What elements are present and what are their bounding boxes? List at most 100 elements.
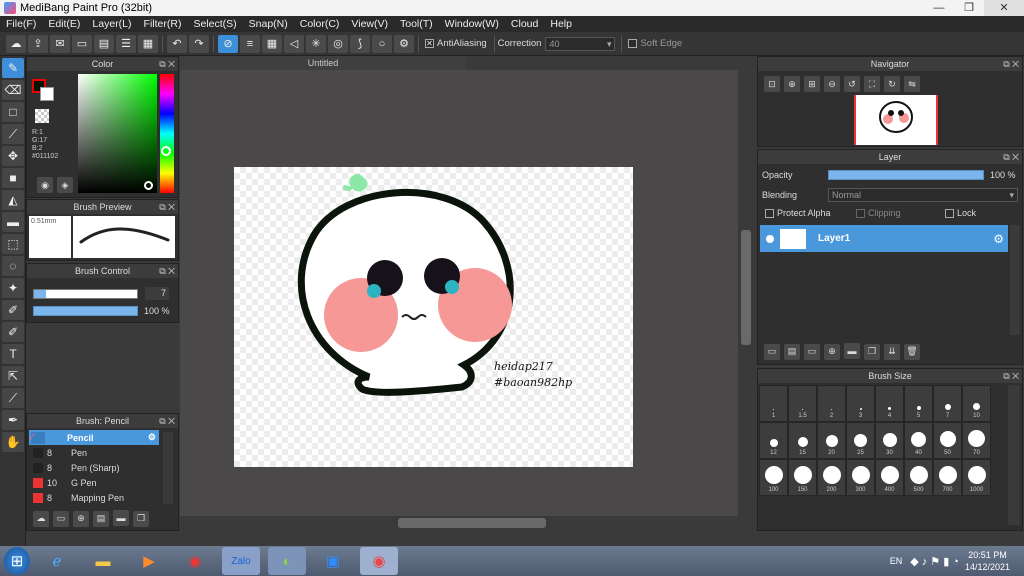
panel-controls-icon[interactable]: ⧉ ✕: [1003, 57, 1019, 71]
brush-size-option[interactable]: 200: [817, 459, 846, 496]
delete-layer-icon[interactable]: 🗑: [904, 343, 920, 360]
navigator-thumbnail[interactable]: [854, 95, 938, 145]
comment-icon[interactable]: ✉: [50, 34, 70, 53]
duplicate-brush-icon[interactable]: ❐: [133, 510, 149, 527]
menu-tool[interactable]: Tool(T): [394, 18, 439, 30]
select-pen-tool-icon[interactable]: ✐: [2, 300, 24, 320]
dropper-tool-icon[interactable]: ⟋: [2, 388, 24, 408]
brush-size-option[interactable]: 4: [875, 385, 904, 422]
lasso-tool-icon[interactable]: ◌: [2, 256, 24, 276]
canvas-horizontal-scrollbar[interactable]: [180, 516, 754, 530]
brush-size-option[interactable]: 40: [904, 422, 933, 459]
visibility-eye-icon[interactable]: [766, 234, 774, 243]
duplicate-layer-icon[interactable]: ❐: [864, 343, 880, 360]
brush-item-g-pen[interactable]: 10 G Pen: [29, 475, 159, 490]
brush-size-scrollbar[interactable]: [1008, 385, 1020, 525]
palette-icon[interactable]: ◉ ◈: [35, 177, 75, 193]
hue-slider-handle[interactable]: [161, 146, 171, 156]
brush-size-option[interactable]: 100: [759, 459, 788, 496]
snap-radial-icon[interactable]: ✳: [306, 34, 326, 53]
rotate-left-icon[interactable]: ↺: [844, 76, 860, 92]
internet-explorer-icon[interactable]: ℯ: [38, 547, 76, 575]
brush-size-option[interactable]: 25: [846, 422, 875, 459]
layer-row[interactable]: Layer1 ⚙: [760, 225, 1008, 252]
zoom-icon[interactable]: ▣: [314, 547, 352, 575]
fill-rect-tool-icon[interactable]: ■: [2, 168, 24, 188]
brush-size-option[interactable]: 70: [962, 422, 991, 459]
brush-size-option[interactable]: 12: [759, 422, 788, 459]
brush-size-option[interactable]: 2: [817, 385, 846, 422]
soft-edge-checkbox[interactable]: [628, 39, 638, 48]
clock-date[interactable]: 14/12/2021: [965, 561, 1010, 573]
hue-slider[interactable]: [160, 74, 174, 193]
color-field[interactable]: [78, 74, 157, 193]
layer-list-scrollbar[interactable]: [1010, 225, 1020, 335]
antialiasing-checkbox[interactable]: ✕: [425, 39, 434, 48]
snap-concentric-icon[interactable]: ◎: [328, 34, 348, 53]
folder-icon[interactable]: ▬: [113, 510, 129, 526]
brush-item-pencil[interactable]: ⁄ Pencil ⚙: [29, 430, 159, 445]
cloud-brush-icon[interactable]: ☁: [33, 510, 49, 527]
tray-icons[interactable]: ◆ ♪ ⚑ ▮ ◔: [910, 555, 959, 568]
brush-size-option[interactable]: 3: [846, 385, 875, 422]
panel-controls-icon[interactable]: ⧉ ✕: [159, 57, 175, 71]
brush-settings-gear-icon[interactable]: ⚙: [148, 432, 156, 443]
eraser-tool-icon[interactable]: ⌫: [2, 80, 24, 100]
snap-perspective-icon[interactable]: ◁: [284, 34, 304, 53]
add-brush-icon[interactable]: ⊕: [73, 510, 89, 527]
move-tool-icon[interactable]: ✥: [2, 146, 24, 166]
gradient-tool-icon[interactable]: ▬: [2, 212, 24, 232]
fit-window-icon[interactable]: ⛶: [864, 76, 880, 92]
minimize-button[interactable]: —: [924, 0, 954, 16]
panel-controls-icon[interactable]: ⧉ ✕: [1003, 369, 1019, 383]
brush-tool-icon[interactable]: ✎: [2, 58, 24, 78]
zoom-fit-icon[interactable]: ⊡: [764, 76, 780, 92]
drawing-canvas[interactable]: heidap217 #baoan982hp: [234, 167, 633, 467]
flip-icon[interactable]: ⇋: [904, 76, 920, 92]
text-tool-icon[interactable]: T: [2, 344, 24, 364]
brush-size-option[interactable]: 150: [788, 459, 817, 496]
brush-size-option[interactable]: 700: [933, 459, 962, 496]
menu-cloud[interactable]: Cloud: [505, 18, 544, 30]
shape-tool-icon[interactable]: □: [2, 102, 24, 122]
grid-icon[interactable]: ▦: [138, 34, 158, 53]
transparent-color-swatch[interactable]: [35, 109, 49, 123]
dot-tool-icon[interactable]: ⟋: [2, 124, 24, 144]
snap-curve-icon[interactable]: ⟆: [350, 34, 370, 53]
menu-snap[interactable]: Snap(N): [243, 18, 294, 30]
brush-item-mapping-pen[interactable]: 8 Mapping Pen: [29, 490, 159, 505]
brush-size-option[interactable]: 10: [962, 385, 991, 422]
menu-select[interactable]: Select(S): [187, 18, 242, 30]
brush-list-scrollbar[interactable]: [163, 432, 173, 504]
brush-size-option[interactable]: 1: [759, 385, 788, 422]
brush-item-pen-sharp[interactable]: 8 Pen (Sharp): [29, 460, 159, 475]
file-explorer-icon[interactable]: ▬: [84, 547, 122, 575]
menu-window[interactable]: Window(W): [439, 18, 505, 30]
close-button[interactable]: ✕: [984, 0, 1024, 16]
menu-file[interactable]: File(F): [0, 18, 42, 30]
clock-time[interactable]: 20:51 PM: [965, 549, 1010, 561]
snap-grid-icon[interactable]: ▦: [262, 34, 282, 53]
redo-icon[interactable]: ↷: [189, 34, 209, 53]
canvas-vertical-scrollbar[interactable]: [738, 70, 754, 516]
zoom-actual-icon[interactable]: ⊞: [804, 76, 820, 92]
brush-size-option[interactable]: 15: [788, 422, 817, 459]
brush-size-option[interactable]: 5: [904, 385, 933, 422]
new-layer-icon[interactable]: ▭: [764, 343, 780, 360]
protect-alpha-checkbox[interactable]: [765, 208, 774, 218]
new-brush-icon[interactable]: ▭: [53, 510, 69, 527]
layer-folder-icon[interactable]: ▬: [844, 343, 860, 359]
cloud-icon[interactable]: ☁: [6, 34, 26, 53]
snap-settings-icon[interactable]: ⚙: [394, 34, 414, 53]
brush-size-option[interactable]: 500: [904, 459, 933, 496]
list-icon[interactable]: ☰: [116, 34, 136, 53]
snap-parallel-icon[interactable]: ≡: [240, 34, 260, 53]
panel-controls-icon[interactable]: ⧉ ✕: [159, 264, 175, 278]
brush-size-slider[interactable]: [33, 288, 138, 299]
background-color-swatch[interactable]: [40, 87, 54, 101]
brush-size-option[interactable]: 30: [875, 422, 904, 459]
menu-color[interactable]: Color(C): [294, 18, 346, 30]
menu-filter[interactable]: Filter(R): [138, 18, 188, 30]
color-picker-handle[interactable]: [144, 181, 153, 190]
operation-tool-icon[interactable]: ⇱: [2, 366, 24, 386]
